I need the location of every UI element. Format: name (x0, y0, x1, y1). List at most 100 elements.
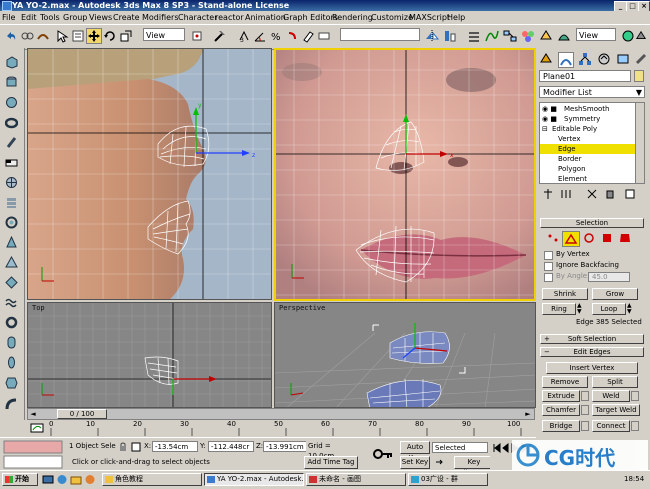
task-chat-group[interactable]: 03广设 - 群 (408, 473, 488, 486)
stack-item-vertex[interactable]: Vertex (540, 134, 636, 144)
by-angle-checkbox[interactable] (544, 273, 553, 282)
lock-icon[interactable] (118, 442, 128, 452)
time-slider[interactable]: 0 / 100 ◄ ► (27, 408, 535, 420)
geosphere-icon[interactable] (5, 176, 18, 189)
chamfer-settings-button[interactable] (581, 405, 589, 415)
schematic-view-icon[interactable] (502, 28, 518, 44)
menu-rendering[interactable]: Rendering (332, 12, 373, 23)
edge-mode-icon[interactable] (562, 231, 580, 247)
stack-item-element[interactable]: Element (540, 174, 636, 184)
show-end-result-icon[interactable] (560, 188, 572, 200)
key-mode-icon[interactable] (434, 457, 452, 468)
loop-button[interactable]: Loop (592, 303, 626, 315)
x-coordinate-field[interactable]: -13.54cm (152, 441, 198, 452)
shrink-button[interactable]: Shrink (542, 288, 588, 300)
gengon-icon[interactable] (5, 376, 18, 389)
stack-item-symmetry[interactable]: ◉ ■ Symmetry (540, 114, 636, 124)
angle-snap-icon[interactable] (252, 28, 268, 44)
selection-rollout-header[interactable]: Selection (540, 218, 644, 228)
quick-render-icon[interactable] (556, 28, 572, 44)
hierarchy-tab-icon[interactable] (578, 52, 592, 66)
pivot-center-icon[interactable] (189, 28, 205, 44)
connect-settings-button[interactable] (631, 421, 639, 431)
pyramid-icon[interactable] (5, 256, 18, 269)
z-coordinate-field[interactable]: -13.991cm (263, 441, 309, 452)
menu-help[interactable]: Help (447, 12, 465, 23)
menu-tools[interactable]: Tools (40, 12, 60, 23)
stack-item-editable-poly[interactable]: ⊟ Editable Poly (540, 124, 636, 134)
by-vertex-checkbox[interactable] (544, 251, 553, 260)
edit-named-selection-icon[interactable] (300, 28, 316, 44)
key-filters-button[interactable]: Key Filters... (454, 456, 494, 477)
folder-quicklaunch-icon[interactable] (70, 474, 82, 485)
align-icon[interactable] (442, 28, 458, 44)
mirror-icon[interactable] (424, 28, 440, 44)
vertex-mode-icon[interactable] (546, 232, 560, 244)
absolute-mode-icon[interactable] (131, 442, 141, 452)
spinner-snap-icon[interactable] (284, 28, 300, 44)
ring-spinner-icon[interactable]: ▲ ▼ (577, 303, 585, 315)
make-unique-icon[interactable] (586, 188, 598, 200)
render-scene-icon[interactable] (538, 28, 554, 44)
cylinder-icon[interactable] (5, 76, 18, 89)
snaps-toggle-icon[interactable]: 3 (236, 28, 252, 44)
extrude-settings-button[interactable] (581, 391, 589, 401)
split-button[interactable]: Split (592, 376, 638, 388)
task-folder[interactable]: 角色教程 (102, 473, 202, 486)
add-time-tag-button[interactable]: Add Time Tag (304, 456, 358, 469)
bind-space-warp-icon[interactable] (35, 28, 51, 44)
stack-item-border[interactable]: Border (540, 154, 636, 164)
modifier-list-dropdown[interactable]: Modifier List ▼ (539, 86, 645, 98)
mini-curve-editor-icon[interactable] (30, 421, 44, 435)
viewport-top-label[interactable]: Top (32, 304, 45, 312)
pin-stack-icon[interactable] (542, 188, 554, 200)
utilities-tab-icon[interactable] (634, 52, 648, 66)
hedra-icon[interactable] (5, 276, 18, 289)
percent-snap-icon[interactable]: % (268, 28, 284, 44)
wave-icon[interactable] (5, 296, 18, 309)
prev-frame-arrow-icon[interactable]: ◄ (28, 409, 38, 419)
select-by-name-icon[interactable] (70, 28, 86, 44)
spindle-icon[interactable] (5, 356, 18, 369)
menu-views[interactable]: Views (89, 12, 112, 23)
active-shade-icon[interactable] (634, 28, 648, 44)
sphere-icon[interactable] (5, 96, 18, 109)
soft-selection-rollout-header[interactable]: + Soft Selection (540, 334, 644, 344)
y-coordinate-field[interactable]: -112.448cr (208, 441, 254, 452)
track-bar[interactable]: 0 10 20 30 40 50 60 70 80 90 100 (27, 420, 535, 436)
stack-scrollbar[interactable] (635, 103, 644, 183)
extrude-button[interactable]: Extrude (542, 390, 580, 402)
named-selection-dropdown[interactable] (340, 28, 420, 41)
angle-field[interactable]: 45.0 (588, 272, 630, 282)
menu-character[interactable]: Character (178, 12, 218, 23)
ignore-backfacing-checkbox[interactable] (544, 262, 553, 271)
bridge-button[interactable]: Bridge (542, 420, 580, 432)
element-mode-icon[interactable] (618, 232, 632, 244)
cone-icon[interactable] (5, 236, 18, 249)
select-and-move-icon[interactable] (86, 28, 102, 44)
menu-reactor[interactable]: reactor (215, 12, 244, 23)
plane-icon[interactable] (5, 156, 18, 169)
show-desktop-icon[interactable] (42, 474, 54, 485)
hose-icon[interactable] (5, 398, 18, 411)
menu-edit[interactable]: Edit (21, 12, 37, 23)
bridge-settings-button[interactable] (581, 421, 589, 431)
maxscript-listener-icon[interactable] (3, 440, 63, 454)
undo-icon[interactable] (3, 28, 19, 44)
set-key-button[interactable]: Set Key (400, 456, 430, 469)
capsule-icon[interactable] (5, 336, 18, 349)
weld-settings-button[interactable] (631, 391, 639, 401)
select-and-rotate-icon[interactable] (102, 28, 118, 44)
chamfer-button[interactable]: Chamfer (542, 404, 580, 416)
ring-icon[interactable] (5, 316, 18, 329)
loop-spinner-icon[interactable]: ▲ ▼ (627, 303, 635, 315)
key-filter-selection-dropdown[interactable]: Selected (432, 442, 488, 453)
create-tab-icon[interactable] (539, 52, 553, 66)
modify-tab-icon[interactable] (558, 52, 574, 68)
edit-edges-rollout-header[interactable]: − Edit Edges (540, 347, 644, 357)
task-paint[interactable]: 未命名 - 画图 (306, 473, 406, 486)
select-manipulate-icon[interactable] (212, 28, 228, 44)
time-slider-thumb[interactable]: 0 / 100 (57, 409, 107, 419)
menu-modifiers[interactable]: Modifiers (142, 12, 179, 23)
curve-editor-icon[interactable] (484, 28, 500, 44)
